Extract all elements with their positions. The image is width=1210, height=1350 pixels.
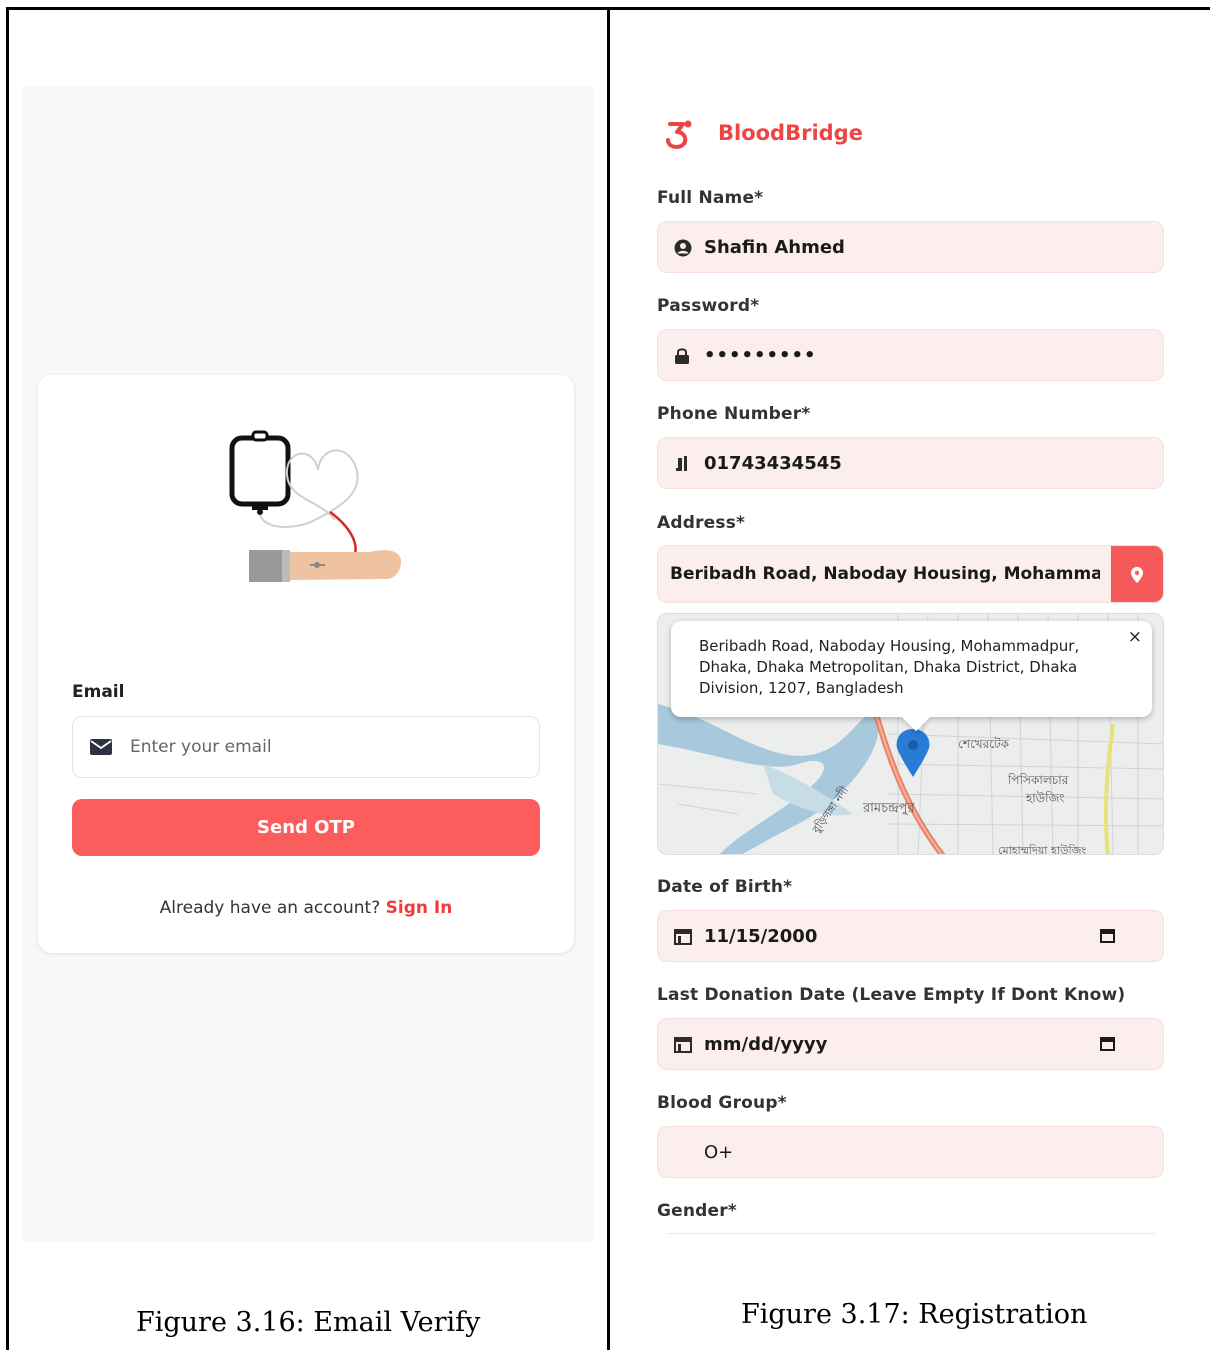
map-pin-icon [1131, 567, 1143, 583]
email-input[interactable]: Enter your email [72, 716, 540, 778]
lock-icon [675, 348, 689, 364]
close-icon[interactable]: × [1128, 627, 1142, 647]
password-value: ••••••••• [704, 345, 817, 366]
address-input[interactable]: Beribadh Road, Naboday Housing, Mohammad… [657, 545, 1164, 603]
blood-group-label: Blood Group* [657, 1093, 787, 1113]
password-input[interactable]: ••••••••• [657, 329, 1164, 381]
phone-label: Phone Number* [657, 404, 811, 424]
last-donation-input[interactable]: mm/dd/yyyy [657, 1018, 1164, 1070]
address-value: Beribadh Road, Naboday Housing, Mohammad… [670, 564, 1100, 584]
envelope-icon [90, 739, 112, 755]
signin-prompt-line: Already have an account? Sign In [38, 898, 574, 918]
phone-icon [676, 456, 687, 471]
full-name-value: Shafin Ahmed [704, 237, 845, 258]
caption-registration: Figure 3.17: Registration [741, 1299, 1088, 1330]
gender-label: Gender* [657, 1201, 737, 1221]
map-place-label: মোহাম্মদিয়া হাউজিং [998, 844, 1087, 855]
map-place-label: পিসিকালচার [1007, 773, 1069, 787]
user-circle-icon [674, 239, 692, 257]
brand-name: BloodBridge [718, 121, 863, 145]
calendar-icon [674, 929, 692, 945]
full-name-input[interactable]: Shafin Ahmed [657, 221, 1164, 273]
calendar-picker-icon[interactable] [1100, 1036, 1115, 1051]
email-label: Email [72, 682, 125, 702]
map-place-label: রামচন্দ্রপুর [862, 801, 915, 816]
caption-email-verify: Figure 3.16: Email Verify [136, 1307, 481, 1338]
last-donation-label: Last Donation Date (Leave Empty If Dont … [657, 985, 1126, 1005]
locate-address-button[interactable] [1111, 546, 1163, 602]
gender-field-edge [667, 1233, 1155, 1234]
map-place-label: হাউজিং [1025, 791, 1064, 805]
send-otp-button[interactable]: Send OTP [72, 799, 540, 856]
dob-value: 11/15/2000 [704, 926, 818, 947]
figure-divider [607, 7, 610, 1350]
phone-value: 01743434545 [704, 453, 842, 474]
calendar-icon [674, 1037, 692, 1053]
email-placeholder: Enter your email [130, 737, 272, 757]
map-place-label: শেখেরটেক [958, 737, 1010, 751]
signin-prompt: Already have an account? [159, 898, 381, 918]
last-donation-value: mm/dd/yyyy [704, 1034, 828, 1055]
blood-group-value: O+ [704, 1142, 734, 1163]
blood-group-select[interactable]: O+ [657, 1126, 1164, 1178]
address-label: Address* [657, 513, 746, 533]
calendar-picker-icon[interactable] [1100, 928, 1115, 943]
full-name-label: Full Name* [657, 188, 764, 208]
map-address-popup: Beribadh Road, Naboday Housing, Mohammad… [671, 621, 1152, 732]
password-label: Password* [657, 296, 760, 316]
dob-input[interactable]: 11/15/2000 [657, 910, 1164, 962]
blood-drop-logo-icon [666, 120, 692, 149]
map-popup-text: Beribadh Road, Naboday Housing, Mohammad… [699, 637, 1080, 697]
blood-transfusion-illustration-icon [229, 430, 402, 582]
sign-in-link[interactable]: Sign In [386, 898, 453, 918]
phone-input[interactable]: 01743434545 [657, 437, 1164, 489]
dob-label: Date of Birth* [657, 877, 793, 897]
